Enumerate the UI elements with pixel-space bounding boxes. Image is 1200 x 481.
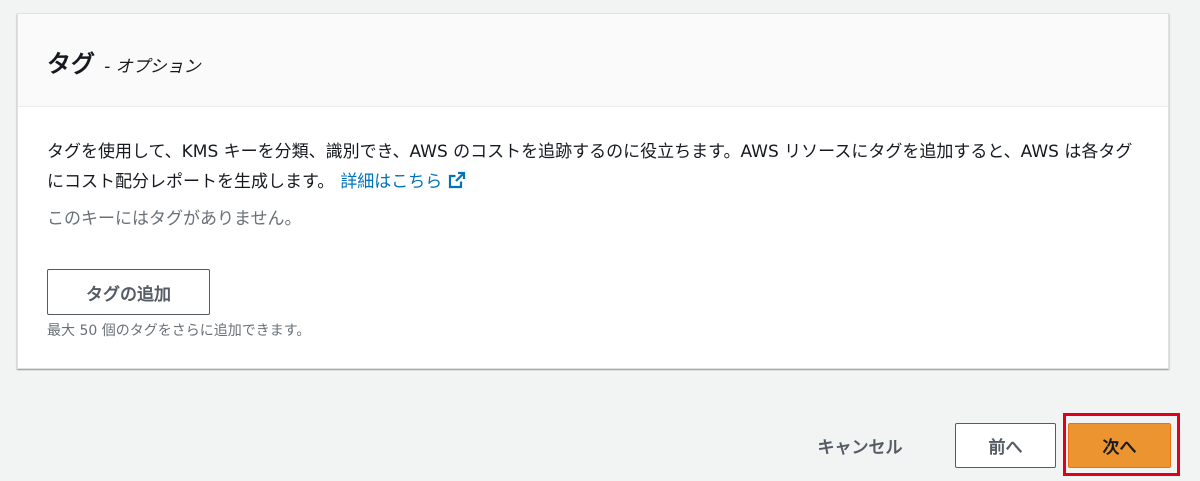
wizard-footer: キャンセル 前へ 次へ <box>0 413 1200 476</box>
next-button[interactable]: 次へ <box>1068 423 1171 468</box>
description-text: タグを使用して、KMS キーを分類、識別でき、AWS のコストを追跡するのに役立… <box>47 142 1133 192</box>
panel-subtitle: - オプション <box>104 57 201 77</box>
previous-button[interactable]: 前へ <box>955 423 1056 468</box>
panel-title: タグ <box>47 50 95 78</box>
external-link-icon <box>449 171 466 189</box>
learn-more-link[interactable]: 詳細はこちら <box>340 171 466 192</box>
learn-more-label: 詳細はこちら <box>340 172 443 192</box>
tags-description: タグを使用して、KMS キーを分類、識別でき、AWS のコストを追跡するのに役立… <box>47 137 1147 197</box>
tags-panel: タグ - オプション タグを使用して、KMS キーを分類、識別でき、AWS のコ… <box>17 13 1169 369</box>
empty-state-text: このキーにはタグがありません。 <box>47 209 302 229</box>
tag-limit-hint: 最大 50 個のタグをさらに追加できます。 <box>47 323 311 339</box>
cancel-button[interactable]: キャンセル <box>792 420 928 470</box>
add-tag-button[interactable]: タグの追加 <box>47 269 210 315</box>
panel-body: タグを使用して、KMS キーを分類、識別でき、AWS のコストを追跡するのに役立… <box>18 107 1168 340</box>
panel-header: タグ - オプション <box>18 14 1168 107</box>
